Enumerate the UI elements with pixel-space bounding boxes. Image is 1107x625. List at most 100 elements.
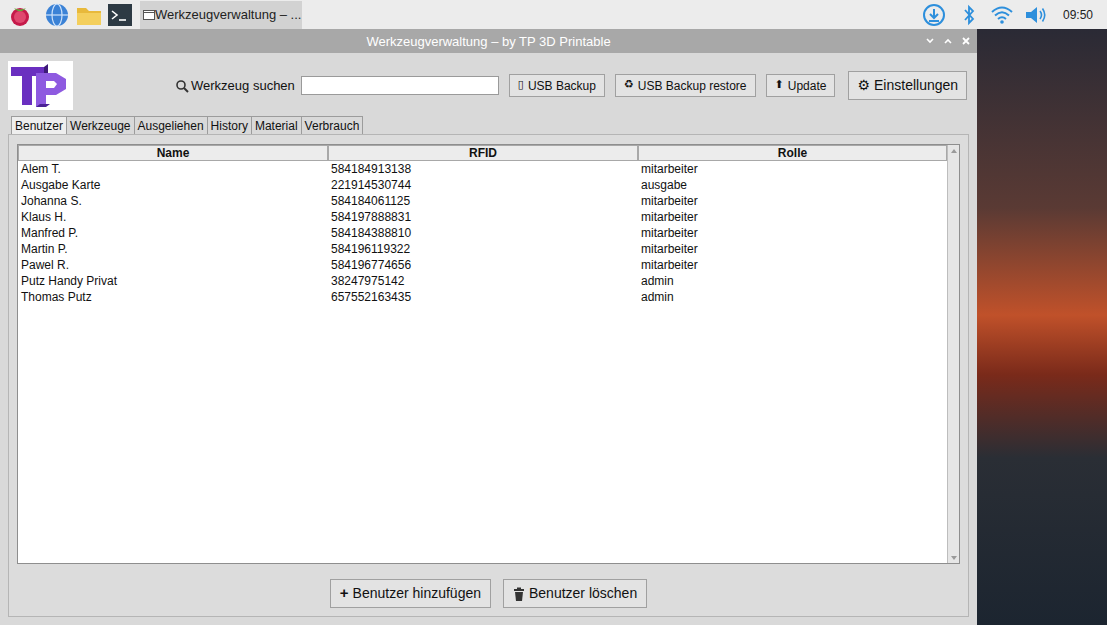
cell-text: mitarbeiter [641,258,698,272]
delete-user-button[interactable]: Benutzer löschen [503,579,647,608]
download-icon[interactable] [921,2,947,28]
button-icon: ▯ [518,77,524,94]
button-label: Benutzer löschen [529,583,637,604]
table-cell: 221914530744 [328,177,638,193]
cell-text: Johanna S. [21,194,82,208]
cell-text: Thomas Putz [21,290,92,304]
logo-icon [8,61,73,110]
cell-text: mitarbeiter [641,226,698,240]
tab-label: Benutzer [15,117,63,135]
column-header[interactable]: Rolle [638,145,947,161]
scrollbar[interactable] [947,145,959,563]
window-controls [925,34,971,48]
table-cell: mitarbeiter [638,241,947,257]
raspberry-icon[interactable] [6,1,34,29]
cell-text: ausgabe [641,178,687,192]
maximize-icon[interactable] [943,34,953,48]
column-header[interactable]: RFID [328,145,638,161]
cell-text: Putz Handy Privat [21,274,117,288]
terminal-icon[interactable] [106,1,134,29]
button-icon: ⚙ [857,75,870,96]
close-icon[interactable] [961,34,971,48]
column-header-label: Name [157,146,190,160]
user-table: NameRFIDRolleAlem T.584184913138mitarbei… [17,144,960,564]
table-cell: ausgabe [638,177,947,193]
table-cell: mitarbeiter [638,225,947,241]
table-row[interactable]: Thomas Putz 657552163435admin [18,289,947,305]
minimize-icon[interactable] [925,34,935,48]
tab-label: Material [255,117,298,135]
taskbar-window-button[interactable]: Werkzeugverwaltung – ... [140,1,302,29]
tab-label: History [211,117,248,135]
scroll-up-icon[interactable] [948,145,959,156]
cell-text: 584196119322 [331,242,410,256]
wifi-icon[interactable] [989,3,1015,27]
table-cell: Putz Handy Privat [18,273,328,289]
window-title: Werkzeugverwaltung – by TP 3D Printable [366,34,610,49]
tab-panel: NameRFIDRolleAlem T.584184913138mitarbei… [8,134,969,617]
tab[interactable]: Material [252,116,302,134]
toolbar-button[interactable]: ⚙Einstellungen [848,71,967,100]
table-cell: 584184913138 [328,161,638,177]
cell-text: mitarbeiter [641,210,698,224]
tab-label: Verbrauch [305,117,360,135]
table-row[interactable]: Johanna S. 584184061125 mitarbeiter [18,193,947,209]
table-cell: 584184388810 [328,225,638,241]
table-cell: 657552163435 [328,289,638,305]
column-header-label: RFID [469,146,497,160]
cell-text: admin [641,290,674,304]
add-user-button[interactable]: +Benutzer hinzufügen [330,579,491,608]
cell-text: Martin P. [21,242,67,256]
bluetooth-icon[interactable] [961,3,977,27]
tab[interactable]: Verbrauch [302,116,364,134]
table-cell: mitarbeiter [638,193,947,209]
taskbar-window-label: Werkzeugverwaltung – ... [155,5,301,25]
table-cell: mitarbeiter [638,257,947,273]
cell-text: 584184388810 [331,226,411,240]
table-row[interactable]: Martin P. 584196119322 mitarbeiter [18,241,947,257]
table-cell: admin [638,289,947,305]
volume-icon[interactable] [1023,3,1049,27]
table-row[interactable]: Alem T. 584184913138mitarbeiter [18,161,947,177]
tab[interactable]: Ausgeliehen [135,116,208,134]
table-cell: Alem T. [18,161,328,177]
cell-text: mitarbeiter [641,242,698,256]
cell-text: Ausgabe Karte [21,178,100,192]
window-icon [142,9,155,21]
toolbar-button[interactable]: ⬆Update [766,74,836,97]
search-icon [175,79,189,93]
tab[interactable]: Werkzeuge [67,116,134,134]
column-header-label: Rolle [778,146,807,160]
table-row[interactable]: Pawel R.584196774656mitarbeiter [18,257,947,273]
cell-text: Manfred P. [21,226,78,240]
table-row[interactable]: Klaus H.584197888831mitarbeiter [18,209,947,225]
scroll-down-icon[interactable] [948,552,959,563]
button-label: Benutzer hinzufügen [353,583,481,604]
taskbar: Werkzeugverwaltung – ...09:50 [0,0,1107,29]
toolbar-button[interactable]: ▯USB Backup [509,74,605,97]
table-cell: Manfred P. [18,225,328,241]
table-cell: admin [638,273,947,289]
table-row[interactable]: Manfred P. 584184388810 mitarbeiter [18,225,947,241]
cell-text: mitarbeiter [641,194,698,208]
tab[interactable]: History [208,116,252,134]
cell-text: Alem T. [21,162,61,176]
table-row[interactable]: Ausgabe Karte 221914530744ausgabe [18,177,947,193]
table-cell: Martin P. [18,241,328,257]
tab[interactable]: Benutzer [11,116,67,134]
app-window: Werkzeugverwaltung – by TP 3D Printable W… [0,29,977,625]
button-icon: + [340,582,349,605]
trash-icon [513,587,525,601]
tab-label: Ausgeliehen [138,117,204,135]
table-row[interactable]: Putz Handy Privat38247975142admin [18,273,947,289]
toolbar-button[interactable]: ♻USB Backup restore [615,74,756,97]
cell-text: 584184061125 [331,194,410,208]
browser-icon[interactable] [42,1,72,29]
toolbar: Werkzeug suchen▯USB Backup♻USB Backup re… [8,53,969,110]
tab-label: Werkzeuge [70,117,130,135]
search-input[interactable] [301,76,499,95]
folder-icon[interactable] [74,1,104,29]
cell-text: 584197888831 [331,210,411,224]
column-header[interactable]: Name [18,145,328,161]
table-cell: mitarbeiter [638,161,947,177]
